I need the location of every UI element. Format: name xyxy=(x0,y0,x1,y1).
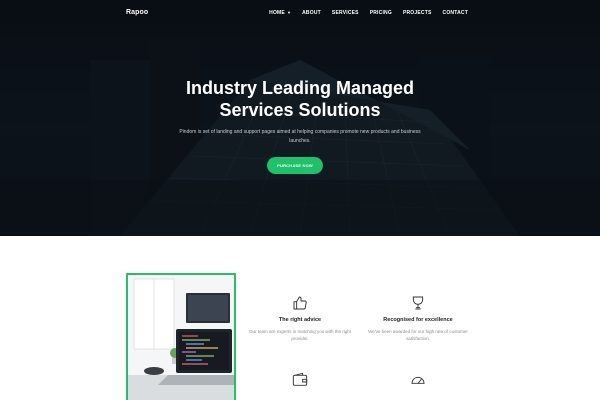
feature-title: Recognised for excellence xyxy=(383,317,453,323)
feature-description: We've been awarded for our high rate of … xyxy=(368,329,468,341)
workspace-photo xyxy=(126,273,236,400)
speedometer-icon xyxy=(411,376,425,384)
thumbs-up-icon xyxy=(293,296,307,310)
brand-logo[interactable]: Rapoo xyxy=(126,9,148,16)
hero-section: Rapoo HOME ▼ ABOUT SERVICES PRICING PROJ… xyxy=(0,0,600,236)
chevron-down-icon: ▼ xyxy=(286,10,292,15)
feature-title: The right advice xyxy=(278,317,322,323)
nav-item-label: ABOUT xyxy=(302,10,321,16)
feature-right-advice: The right advice Our team are experts in… xyxy=(240,295,360,342)
nav-item-label: HOME xyxy=(269,10,285,16)
nav-item-contact[interactable]: CONTACT xyxy=(443,10,468,16)
hero-title-line1: Industry Leading Managed xyxy=(185,78,415,98)
feature-speed xyxy=(358,372,478,388)
nav-item-label: PROJECTS xyxy=(402,10,432,16)
nav-item-about[interactable]: ABOUT xyxy=(302,10,321,16)
nav-item-home[interactable]: HOME ▼ xyxy=(269,10,291,16)
main-nav: HOME ▼ ABOUT SERVICES PRICING PROJECTS C… xyxy=(269,10,468,16)
hero-title: Industry Leading Managed Services Soluti… xyxy=(0,77,600,121)
top-navbar: Rapoo HOME ▼ ABOUT SERVICES PRICING PROJ… xyxy=(0,0,600,26)
nav-item-label: SERVICES xyxy=(331,10,359,16)
feature-description: Our team are experts in matching you wit… xyxy=(248,329,352,341)
nav-item-projects[interactable]: PROJECTS xyxy=(403,10,432,16)
hero-title-line2: Services Solutions xyxy=(219,100,381,120)
wallet-icon xyxy=(292,372,308,386)
feature-wallet xyxy=(240,372,360,388)
feature-recognised-excellence: Recognised for excellence We've been awa… xyxy=(358,295,478,342)
nav-item-label: CONTACT xyxy=(442,10,468,16)
hero-subtitle: Pindom is set of landing and support pag… xyxy=(179,129,421,144)
nav-item-pricing[interactable]: PRICING xyxy=(370,10,392,16)
nav-item-services[interactable]: SERVICES xyxy=(332,10,359,16)
nav-item-label: PRICING xyxy=(369,10,392,16)
trophy-icon xyxy=(412,296,424,310)
purchase-now-button[interactable]: PURCHASE NOW xyxy=(267,157,323,174)
